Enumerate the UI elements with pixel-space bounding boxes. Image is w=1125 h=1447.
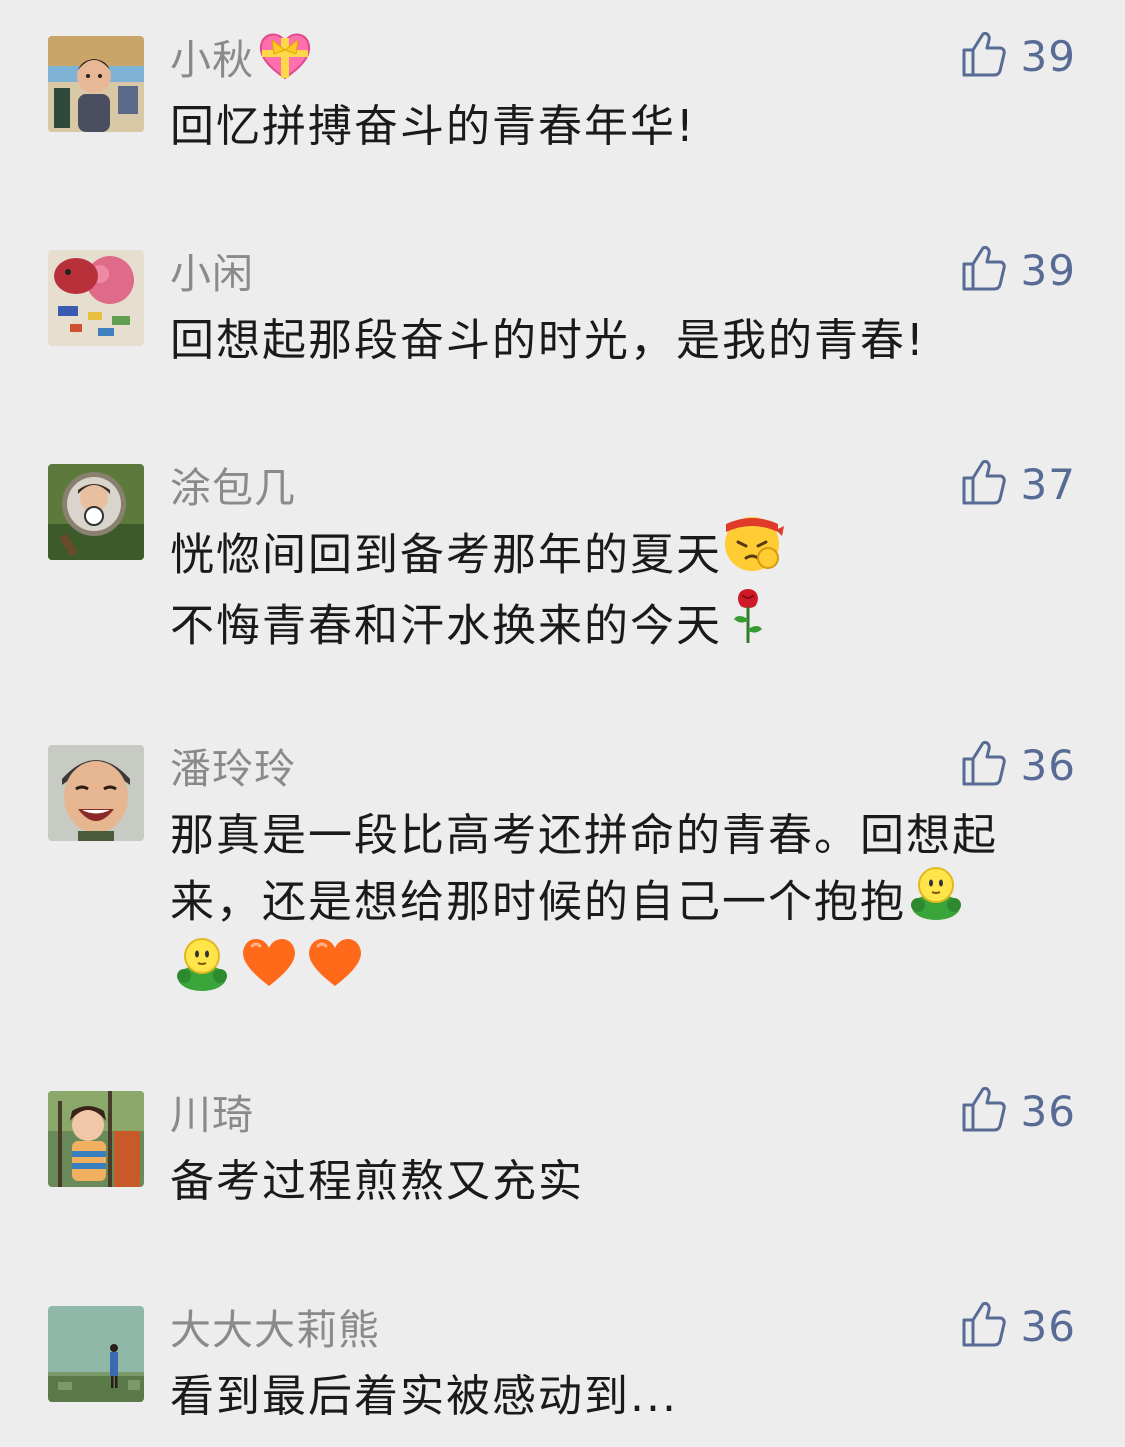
like-button[interactable]: 36 xyxy=(961,1296,1076,1356)
comment-text: 那真是一段比高考还拼命的青春。回想起 来，还是想给那时候的自己一个抱抱 xyxy=(170,803,1070,1011)
like-count: 39 xyxy=(1020,31,1076,81)
avatar[interactable] xyxy=(48,250,144,346)
comment-line: 看到最后着实被感动到... xyxy=(170,1371,678,1422)
comment-line: 回想起那段奋斗的时光，是我的青春! xyxy=(170,315,926,366)
comment-line: 回忆拼搏奋斗的青春年华! xyxy=(170,101,696,152)
rose-emoji xyxy=(728,585,768,664)
comment-line: 来，还是想给那时候的自己一个抱抱 xyxy=(170,867,1070,940)
avatar[interactable] xyxy=(48,1091,144,1187)
comment-line-text: 恍惚间回到备考那年的夏天 xyxy=(170,529,722,581)
comment-line: 那真是一段比高考还拼命的青春。回想起 xyxy=(170,810,998,861)
thumbs-up-icon xyxy=(961,458,1007,510)
comment-text: 备考过程煎熬又充实 xyxy=(170,1149,1070,1215)
avatar[interactable] xyxy=(48,36,144,132)
thumbs-up-icon xyxy=(961,30,1007,82)
comments-list: 小秋 39 回忆拼搏奋斗的青春年华! 小闲 39 回想起那段奋斗的时光，是我的青… xyxy=(0,0,1125,1447)
comment-line xyxy=(170,938,1070,1011)
thumbs-up-icon xyxy=(961,1300,1007,1352)
comment-text: 看到最后着实被感动到... xyxy=(170,1364,1070,1430)
determined-face-emoji xyxy=(722,514,786,593)
commenter-name[interactable]: 涂包几 xyxy=(170,454,296,514)
commenter-name[interactable]: 大大大莉熊 xyxy=(170,1296,380,1356)
like-count: 39 xyxy=(1020,245,1076,295)
like-button[interactable]: 37 xyxy=(961,454,1076,514)
name-row: 潘玲玲 xyxy=(170,737,296,793)
comment-line-text: 不悔青春和汗水换来的今天 xyxy=(170,600,722,652)
hug-emoji xyxy=(170,932,234,1011)
commenter-name[interactable]: 潘玲玲 xyxy=(170,735,296,795)
thumbs-up-icon xyxy=(961,244,1007,296)
thumbs-up-icon xyxy=(961,1085,1007,1137)
commenter-name[interactable]: 小闲 xyxy=(170,240,254,300)
hug-emoji xyxy=(906,861,966,940)
name-row: 大大大莉熊 xyxy=(170,1298,380,1354)
commenter-name[interactable]: 川琦 xyxy=(170,1081,254,1141)
like-count: 36 xyxy=(1020,740,1076,790)
avatar[interactable] xyxy=(48,745,144,841)
comment-line: 备考过程煎熬又充实 xyxy=(170,1156,584,1207)
name-row: 川琦 xyxy=(170,1083,254,1139)
like-count: 36 xyxy=(1020,1301,1076,1351)
comment-line: 不悔青春和汗水换来的今天 xyxy=(170,589,1070,664)
thumbs-up-icon xyxy=(961,739,1007,791)
comment-line-text: 来，还是想给那时候的自己一个抱抱 xyxy=(170,876,906,928)
like-button[interactable]: 36 xyxy=(961,735,1076,795)
name-row: 涂包几 xyxy=(170,456,296,512)
comment-text: 回忆拼搏奋斗的青春年华! xyxy=(170,94,1070,160)
like-count: 37 xyxy=(1020,459,1076,509)
like-button[interactable]: 39 xyxy=(961,240,1076,300)
like-button[interactable]: 36 xyxy=(961,1081,1076,1141)
like-button[interactable]: 39 xyxy=(961,26,1076,86)
commenter-name[interactable]: 小秋 xyxy=(170,26,254,86)
heart-emoji xyxy=(238,934,300,1009)
name-row: 小秋 xyxy=(170,28,314,84)
name-row: 小闲 xyxy=(170,242,254,298)
gift-heart-emoji xyxy=(256,28,314,84)
like-count: 36 xyxy=(1020,1086,1076,1136)
avatar[interactable] xyxy=(48,464,144,560)
avatar[interactable] xyxy=(48,1306,144,1402)
comment-line: 恍惚间回到备考那年的夏天 xyxy=(170,517,1070,593)
heart-emoji xyxy=(304,934,366,1009)
comment-text: 回想起那段奋斗的时光，是我的青春! xyxy=(170,308,1070,374)
comment-text: 恍惚间回到备考那年的夏天 不悔青春和汗水换来的今天 xyxy=(170,517,1070,664)
